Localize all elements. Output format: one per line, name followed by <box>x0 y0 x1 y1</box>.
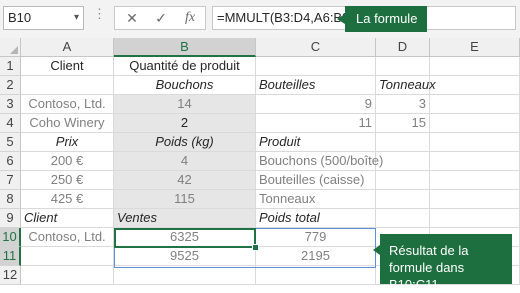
cell-d3[interactable]: 3 <box>376 95 430 114</box>
formula-callout: La formule <box>337 6 427 32</box>
cell-e7[interactable] <box>430 171 520 190</box>
cell-b9[interactable]: Ventes <box>114 209 256 228</box>
cell-d2[interactable]: Tonneaux <box>376 76 436 95</box>
select-all-corner[interactable] <box>0 38 21 57</box>
more-options-icon[interactable]: ⋮ <box>93 6 106 22</box>
cell-a12[interactable] <box>21 266 114 285</box>
cell-c10[interactable]: 779 <box>256 228 376 247</box>
row-header-12[interactable]: 12 <box>0 266 21 285</box>
cell-d7[interactable] <box>376 171 430 190</box>
cell-e3[interactable] <box>430 95 520 114</box>
cell-e6[interactable] <box>430 152 520 171</box>
cell-e1[interactable] <box>430 57 520 76</box>
cell-a4[interactable]: Coho Winery <box>21 114 114 133</box>
cell-a7[interactable]: 250 € <box>21 171 114 190</box>
row-header-11[interactable]: 11 <box>0 247 21 266</box>
row-header-7[interactable]: 7 <box>0 171 21 190</box>
cell-b12[interactable] <box>114 266 256 285</box>
cell-a5[interactable]: Prix <box>21 133 114 152</box>
cell-b11[interactable]: 9525 <box>114 247 256 266</box>
result-callout-line1: Résultat de la <box>389 243 469 258</box>
cancel-icon[interactable]: ✕ <box>119 9 145 27</box>
formula-text: =MMULT(B3:D4,A6:B8) <box>217 10 354 25</box>
cell-a10[interactable]: Contoso, Ltd. <box>21 228 114 247</box>
formula-bar: B10 ▾ ⋮ ✕ ✓ fx =MMULT(B3:D4,A6:B8) <box>0 0 520 39</box>
cell-b8[interactable]: 115 <box>114 190 256 209</box>
cell-b2[interactable]: Bouchons <box>114 76 256 95</box>
column-header-e[interactable]: E <box>430 38 520 57</box>
row-header-3[interactable]: 3 <box>0 95 21 114</box>
row-header-6[interactable]: 6 <box>0 152 21 171</box>
chevron-down-icon[interactable]: ▾ <box>74 7 79 29</box>
row-header-1[interactable]: 1 <box>0 57 21 76</box>
cell-c3[interactable]: 9 <box>256 95 376 114</box>
result-callout-line2: formule dans B10:C11 <box>389 260 465 292</box>
fill-handle[interactable] <box>252 244 259 251</box>
cell-e8[interactable] <box>430 190 520 209</box>
cell-a3[interactable]: Contoso, Ltd. <box>21 95 114 114</box>
cell-b4[interactable]: 2 <box>114 114 256 133</box>
cell-a8[interactable]: 425 € <box>21 190 114 209</box>
cell-b6[interactable]: 4 <box>114 152 256 171</box>
cell-b1[interactable]: Quantité de produit <box>114 57 256 76</box>
cell-a6[interactable]: 200 € <box>21 152 114 171</box>
formula-callout-text: La formule <box>356 11 418 26</box>
cell-e9[interactable] <box>430 209 520 228</box>
column-header-c[interactable]: C <box>256 38 376 57</box>
row-header-5[interactable]: 5 <box>0 133 21 152</box>
cell-b7[interactable]: 42 <box>114 171 256 190</box>
cell-a11[interactable] <box>21 247 114 266</box>
name-box-value: B10 <box>8 10 32 25</box>
cell-a1[interactable]: Client <box>21 57 114 76</box>
cell-b5[interactable]: Poids (kg) <box>114 133 256 152</box>
name-box[interactable]: B10 ▾ <box>3 6 84 30</box>
row-header-4[interactable]: 4 <box>0 114 21 133</box>
cell-e5[interactable] <box>430 133 520 152</box>
cell-c8[interactable]: Tonneaux <box>256 190 376 209</box>
cell-a9[interactable]: Client <box>21 209 114 228</box>
cell-a2[interactable] <box>21 76 114 95</box>
cell-d6[interactable] <box>376 152 430 171</box>
cell-d9[interactable] <box>376 209 430 228</box>
column-header-b[interactable]: B <box>114 38 256 57</box>
insert-function-icon[interactable]: fx <box>177 9 203 27</box>
cell-c4[interactable]: 11 <box>256 114 376 133</box>
cell-b3[interactable]: 14 <box>114 95 256 114</box>
row-header-8[interactable]: 8 <box>0 190 21 209</box>
cell-b10[interactable]: 6325 <box>114 228 256 247</box>
result-callout: Résultat de la formule dans B10:C11 <box>373 234 512 292</box>
row-header-2[interactable]: 2 <box>0 76 21 95</box>
cell-c2[interactable]: Bouteilles <box>256 76 376 95</box>
enter-icon[interactable]: ✓ <box>148 9 174 27</box>
cell-d8[interactable] <box>376 190 430 209</box>
cell-c1[interactable] <box>256 57 376 76</box>
cell-e4[interactable] <box>430 114 520 133</box>
cell-d5[interactable] <box>376 133 430 152</box>
cell-c7[interactable]: Bouteilles (caisse) <box>256 171 376 190</box>
cell-d4[interactable]: 15 <box>376 114 430 133</box>
cell-d1[interactable] <box>376 57 430 76</box>
formula-buttons: ✕ ✓ fx <box>114 6 206 30</box>
cell-c9[interactable]: Poids total <box>256 209 376 228</box>
cell-c12[interactable] <box>256 266 376 285</box>
cell-c6[interactable]: Bouchons (500/boîte) <box>256 152 383 171</box>
column-header-d[interactable]: D <box>376 38 430 57</box>
cell-c5[interactable]: Produit <box>256 133 376 152</box>
cell-c11[interactable]: 2195 <box>256 247 376 266</box>
column-header-a[interactable]: A <box>21 38 114 57</box>
cell-e2[interactable] <box>430 76 520 95</box>
row-header-9[interactable]: 9 <box>0 209 21 228</box>
row-header-10[interactable]: 10 <box>0 228 21 247</box>
